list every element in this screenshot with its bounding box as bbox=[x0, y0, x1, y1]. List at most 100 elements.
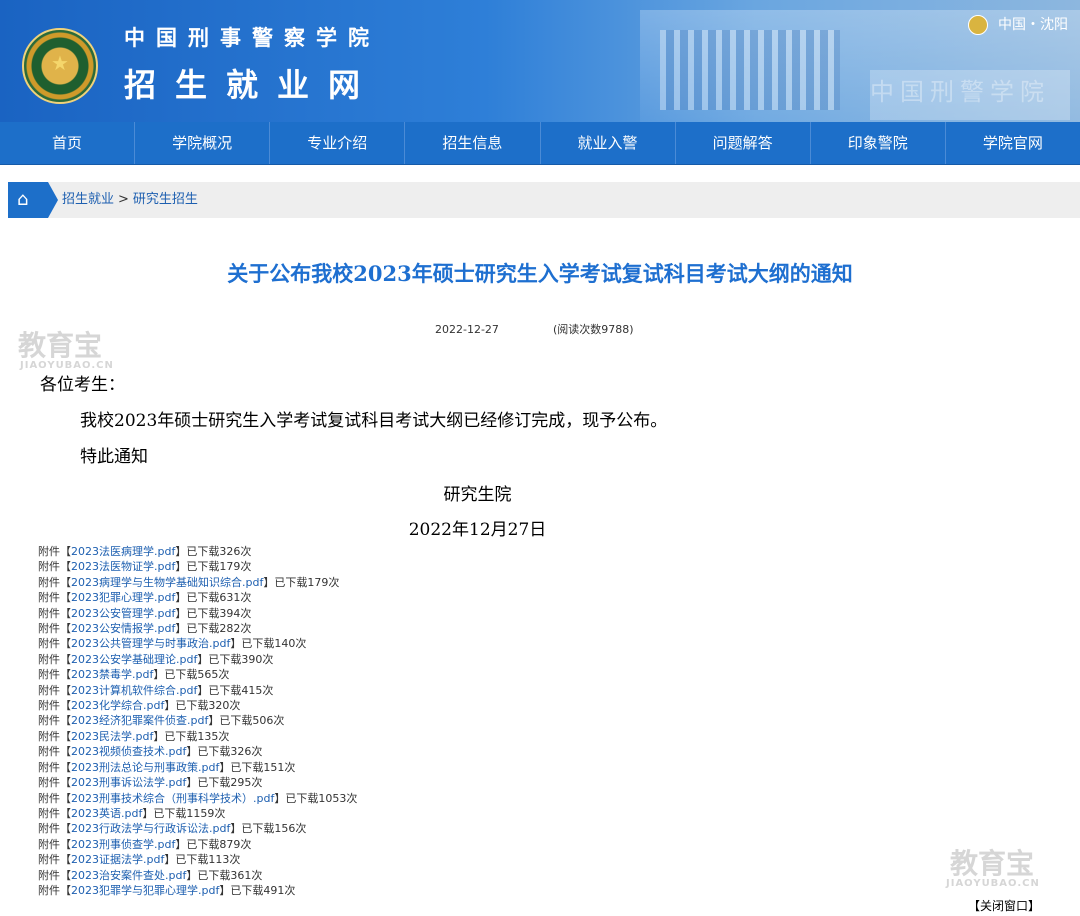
attachment-item: 附件【2023病理学与生物学基础知识综合.pdf】已下载179次 bbox=[38, 575, 357, 590]
attachment-item: 附件【2023刑事诉讼法学.pdf】已下载295次 bbox=[38, 775, 357, 790]
attachment-prefix: 附件【 bbox=[38, 683, 71, 697]
attachment-link[interactable]: 2023刑事技术综合（刑事科学技术）.pdf bbox=[71, 792, 274, 805]
article-meta: 2022-12-27 (阅读次数9788) bbox=[435, 321, 634, 337]
attachment-download-count: 】已下载295次 bbox=[186, 776, 263, 790]
attachment-prefix: 附件【 bbox=[38, 652, 71, 666]
attachment-download-count: 】已下载326次 bbox=[186, 745, 263, 759]
attachment-download-count: 】已下载1053次 bbox=[274, 791, 358, 805]
attachment-item: 附件【2023刑事技术综合（刑事科学技术）.pdf】已下载1053次 bbox=[38, 791, 357, 806]
attachment-download-count: 】已下载151次 bbox=[219, 760, 296, 774]
attachment-item: 附件【2023公安管理学.pdf】已下载394次 bbox=[38, 606, 357, 621]
attachment-link[interactable]: 2023禁毒学.pdf bbox=[71, 668, 153, 681]
watermark-domain: JIAOYUBAO.CN bbox=[946, 878, 1040, 889]
watermark-brand: 教育宝 bbox=[18, 329, 103, 362]
breadcrumb-link-graduate-admissions[interactable]: 研究生招生 bbox=[133, 192, 198, 207]
attachment-prefix: 附件【 bbox=[38, 545, 71, 558]
attachment-link[interactable]: 2023视频侦查技术.pdf bbox=[71, 745, 186, 758]
attachment-link[interactable]: 2023刑事侦查学.pdf bbox=[71, 838, 175, 851]
attachment-download-count: 】已下载1159次 bbox=[142, 806, 226, 820]
attachment-prefix: 附件【 bbox=[38, 575, 71, 589]
nav-item-faq[interactable]: 问题解答 bbox=[676, 122, 811, 164]
attachment-link[interactable]: 2023行政法学与行政诉讼法.pdf bbox=[71, 822, 230, 835]
article-notice-line: 特此通知 bbox=[80, 447, 148, 467]
attachment-download-count: 】已下载631次 bbox=[175, 591, 252, 605]
attachment-prefix: 附件【 bbox=[38, 668, 71, 682]
attachment-link[interactable]: 2023公安情报学.pdf bbox=[71, 622, 175, 635]
site-title: 招生就业网 bbox=[124, 66, 380, 104]
attachment-download-count: 】已下载320次 bbox=[164, 699, 241, 713]
attachment-item: 附件【2023犯罪心理学.pdf】已下载631次 bbox=[38, 590, 357, 605]
attachment-link[interactable]: 2023刑事诉讼法学.pdf bbox=[71, 776, 186, 789]
nav-item-home[interactable]: 首页 bbox=[0, 122, 136, 164]
attachment-item: 附件【2023法医病理学.pdf】已下载326次 bbox=[38, 544, 357, 559]
attachment-prefix: 附件【 bbox=[38, 868, 71, 882]
nav-item-employment[interactable]: 就业入警 bbox=[541, 122, 676, 164]
attachment-item: 附件【2023民法学.pdf】已下载135次 bbox=[38, 729, 357, 744]
watermark-brand: 教育宝 bbox=[950, 847, 1035, 880]
attachment-download-count: 】已下载113次 bbox=[164, 853, 241, 867]
attachment-download-count: 】已下载156次 bbox=[230, 822, 307, 836]
close-bracket-right: 】 bbox=[1028, 899, 1041, 913]
attachment-prefix: 附件【 bbox=[38, 822, 71, 836]
attachment-item: 附件【2023刑事侦查学.pdf】已下载879次 bbox=[38, 837, 357, 852]
nav-item-official-site[interactable]: 学院官网 bbox=[946, 122, 1080, 164]
nav-item-about[interactable]: 学院概况 bbox=[135, 122, 271, 164]
breadcrumb-link-admissions-employment[interactable]: 招生就业 bbox=[62, 192, 114, 207]
nav-item-admissions[interactable]: 招生信息 bbox=[405, 122, 541, 164]
home-icon: ⌂ bbox=[17, 189, 29, 210]
attachment-link[interactable]: 2023经济犯罪案件侦查.pdf bbox=[71, 714, 208, 727]
attachment-link[interactable]: 2023治安案件查处.pdf bbox=[71, 869, 186, 882]
home-button[interactable]: ⌂ bbox=[8, 182, 58, 218]
attachment-item: 附件【2023公共管理学与时事政治.pdf】已下载140次 bbox=[38, 636, 357, 651]
attachment-prefix: 附件【 bbox=[38, 853, 71, 867]
attachment-prefix: 附件【 bbox=[38, 591, 71, 605]
attachment-prefix: 附件【 bbox=[38, 806, 71, 820]
attachment-prefix: 附件【 bbox=[38, 729, 71, 743]
attachment-link[interactable]: 2023病理学与生物学基础知识综合.pdf bbox=[71, 576, 263, 589]
attachment-item: 附件【2023视频侦查技术.pdf】已下载326次 bbox=[38, 744, 357, 759]
attachment-prefix: 附件【 bbox=[38, 760, 71, 774]
attachment-item: 附件【2023经济犯罪案件侦查.pdf】已下载506次 bbox=[38, 713, 357, 728]
attachment-link[interactable]: 2023民法学.pdf bbox=[71, 730, 153, 743]
site-header: ★ 中国刑事警察学院 招生就业网 中国刑警学院 中国・沈阳 bbox=[0, 0, 1080, 122]
attachment-list: 附件【2023法医病理学.pdf】已下载326次 附件【2023法医物证学.pd… bbox=[38, 544, 357, 898]
region-label: 中国・沈阳 bbox=[968, 14, 1068, 35]
attachment-link[interactable]: 2023证据法学.pdf bbox=[71, 853, 164, 866]
attachment-prefix: 附件【 bbox=[38, 714, 71, 728]
attachment-prefix: 附件【 bbox=[38, 560, 71, 574]
attachment-link[interactable]: 2023法医物证学.pdf bbox=[71, 560, 175, 573]
attachment-download-count: 】已下载390次 bbox=[197, 652, 274, 666]
attachment-prefix: 附件【 bbox=[38, 699, 71, 713]
attachment-download-count: 】已下载179次 bbox=[175, 560, 252, 574]
attachment-link[interactable]: 2023犯罪学与犯罪心理学.pdf bbox=[71, 884, 219, 897]
attachment-link[interactable]: 2023犯罪心理学.pdf bbox=[71, 591, 175, 604]
attachment-link[interactable]: 2023化学综合.pdf bbox=[71, 699, 164, 712]
attachment-link[interactable]: 2023法医病理学.pdf bbox=[71, 545, 175, 558]
attachment-download-count: 】已下载879次 bbox=[175, 837, 252, 851]
close-bracket-left: 【 bbox=[968, 899, 981, 913]
article-title: 关于公布我校2023年硕士研究生入学考试复试科目考试大纲的通知 bbox=[227, 261, 853, 286]
nav-item-majors[interactable]: 专业介绍 bbox=[270, 122, 406, 164]
attachment-item: 附件【2023化学综合.pdf】已下载320次 bbox=[38, 698, 357, 713]
attachment-download-count: 】已下载361次 bbox=[186, 868, 263, 882]
attachment-item: 附件【2023犯罪学与犯罪心理学.pdf】已下载491次 bbox=[38, 883, 357, 898]
attachment-link[interactable]: 2023公安管理学.pdf bbox=[71, 607, 175, 620]
article-signature: 研究生院 bbox=[443, 485, 512, 505]
breadcrumb-links: 招生就业 > 研究生招生 bbox=[62, 182, 198, 218]
attachment-prefix: 附件【 bbox=[38, 606, 71, 620]
attachment-download-count: 】已下载506次 bbox=[208, 714, 285, 728]
attachment-item: 附件【2023禁毒学.pdf】已下载565次 bbox=[38, 667, 357, 682]
read-count: (阅读次数9788) bbox=[552, 323, 634, 336]
nav-item-gallery[interactable]: 印象警院 bbox=[811, 122, 946, 164]
attachment-link[interactable]: 2023公安学基础理论.pdf bbox=[71, 653, 197, 666]
attachment-download-count: 】已下载394次 bbox=[175, 606, 252, 620]
attachment-download-count: 】已下载415次 bbox=[197, 683, 274, 697]
attachment-item: 附件【2023治安案件查处.pdf】已下载361次 bbox=[38, 868, 357, 883]
article-greeting: 各位考生： bbox=[40, 375, 125, 395]
close-window-link[interactable]: 关闭窗口 bbox=[980, 899, 1028, 913]
attachment-link[interactable]: 2023英语.pdf bbox=[71, 807, 142, 820]
attachment-link[interactable]: 2023计算机软件综合.pdf bbox=[71, 684, 197, 697]
attachment-link[interactable]: 2023刑法总论与刑事政策.pdf bbox=[71, 761, 219, 774]
attachment-prefix: 附件【 bbox=[38, 791, 71, 805]
attachment-link[interactable]: 2023公共管理学与时事政治.pdf bbox=[71, 637, 230, 650]
